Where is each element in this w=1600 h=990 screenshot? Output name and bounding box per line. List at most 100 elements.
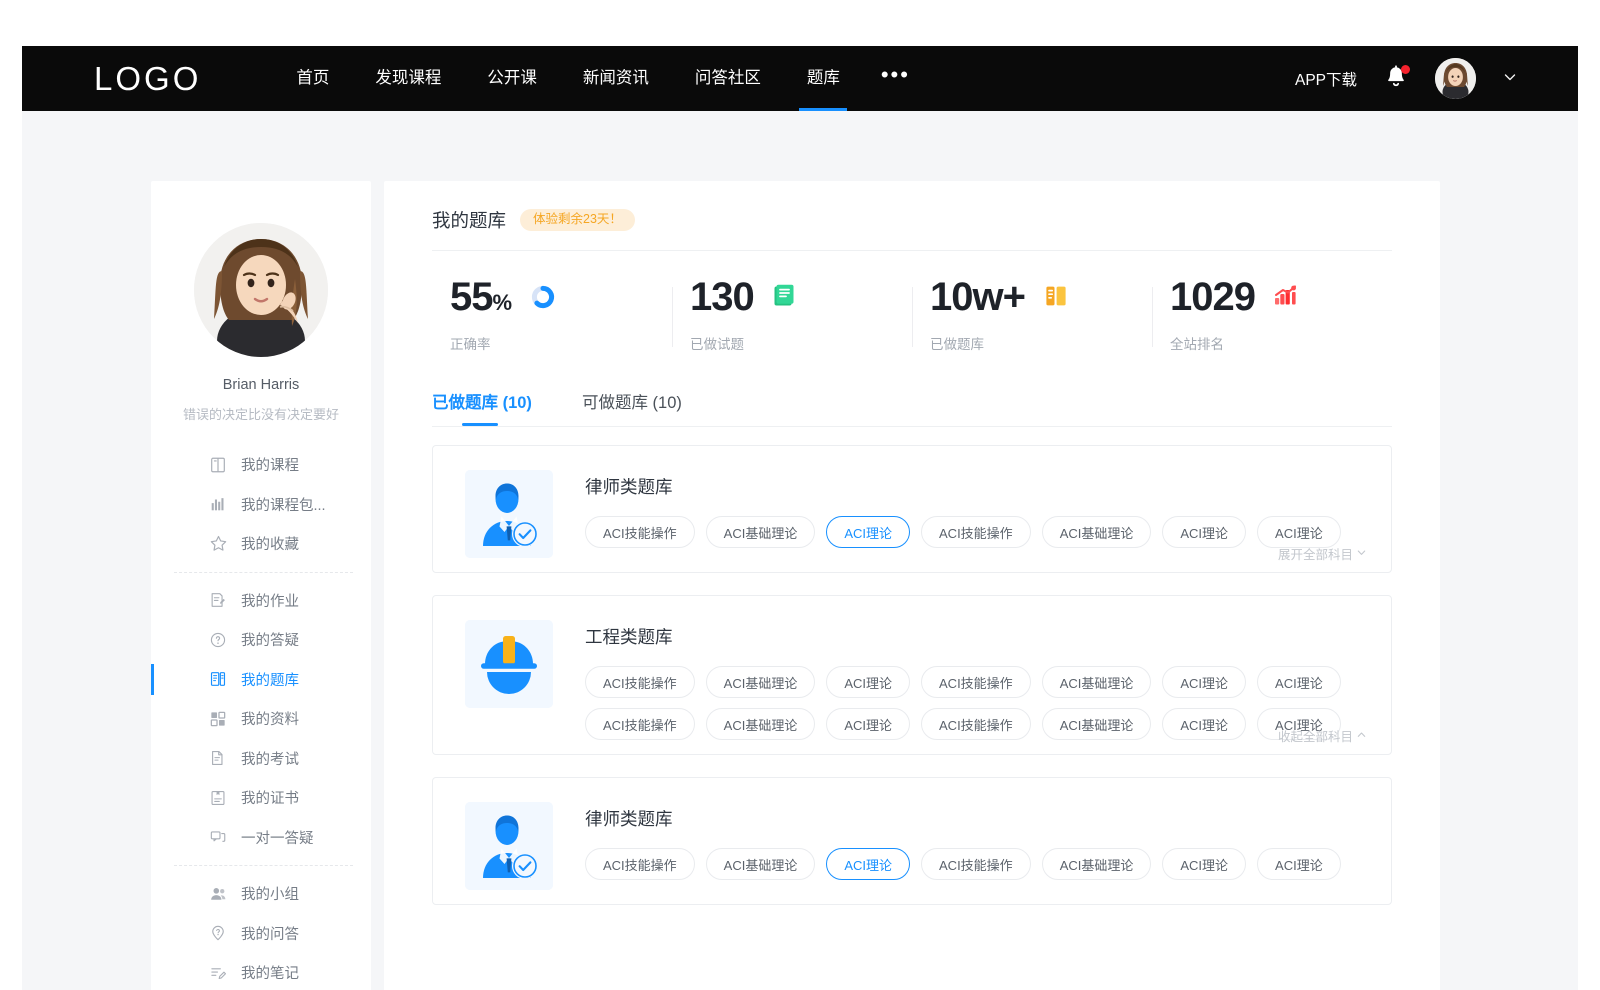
yellow-book-icon xyxy=(1044,284,1068,308)
subject-chip[interactable]: ACI基础理论 xyxy=(1042,666,1152,698)
sidebar-item-label: 我的证书 xyxy=(241,787,299,808)
chevron-down-icon[interactable] xyxy=(1502,69,1518,89)
green-note-icon xyxy=(773,284,795,308)
sidebar-item-label: 我的笔记 xyxy=(241,962,299,983)
sidebar-item-9[interactable]: 我的证书 xyxy=(151,778,371,818)
nav-item-2[interactable]: 公开课 xyxy=(464,46,560,111)
nav-more-icon[interactable]: ••• xyxy=(863,46,928,111)
subject-chip[interactable]: ACI理论 xyxy=(1162,708,1246,740)
tab-bar: 已做题库 (10) 可做题库 (10) xyxy=(432,389,1392,426)
stat-suffix: % xyxy=(493,290,512,315)
nav-item-1[interactable]: 发现课程 xyxy=(352,46,464,111)
nav-item-3[interactable]: 新闻资讯 xyxy=(560,46,672,111)
toggle-subjects-label: 展开全部科目 xyxy=(1278,544,1353,563)
question-bank-card: 工程类题库ACI技能操作ACI基础理论ACI理论ACI技能操作ACI基础理论AC… xyxy=(432,595,1392,755)
lawyer-avatar-icon xyxy=(465,802,553,890)
card-title: 律师类题库 xyxy=(585,474,1367,499)
subject-chip[interactable]: ACI技能操作 xyxy=(921,516,1031,548)
stats-row: 55%正确率130已做试题10w+已做题库1029全站排名 xyxy=(432,251,1392,353)
sidebar-item-14[interactable]: 我的笔记 xyxy=(151,953,371,990)
site-logo[interactable]: LOGO xyxy=(94,60,201,98)
subject-chip[interactable]: ACI技能操作 xyxy=(585,708,695,740)
subject-chip[interactable]: ACI基础理论 xyxy=(1042,708,1152,740)
subject-chip[interactable]: ACI基础理论 xyxy=(706,666,816,698)
red-rank-icon xyxy=(1274,284,1298,310)
nav-item-0[interactable]: 首页 xyxy=(273,46,352,111)
subject-chip[interactable]: ACI基础理论 xyxy=(1042,848,1152,880)
profile-name: Brian Harris xyxy=(151,377,371,393)
subject-chip[interactable]: ACI理论 xyxy=(1257,848,1341,880)
page-body: Brian Harris 错误的决定比没有决定要好 我的课程我的课程包...我的… xyxy=(22,111,1578,990)
tab-0[interactable]: 已做题库 (10) xyxy=(432,389,532,426)
lawyer-avatar-icon xyxy=(465,470,553,558)
page-root: LOGO 首页发现课程公开课新闻资讯问答社区题库••• APP下载 xyxy=(0,0,1600,990)
subject-chip[interactable]: ACI技能操作 xyxy=(921,666,1031,698)
subject-chip[interactable]: ACI技能操作 xyxy=(585,666,695,698)
toggle-subjects-button[interactable]: 收起全部科目 xyxy=(1278,726,1367,745)
sidebar-item-7[interactable]: 我的资料 xyxy=(151,699,371,739)
chevron-down-icon xyxy=(1356,547,1367,561)
sidebar-item-2[interactable]: 我的收藏 xyxy=(151,524,371,564)
subject-chip[interactable]: ACI基础理论 xyxy=(706,848,816,880)
profile-avatar[interactable] xyxy=(194,223,328,357)
sidebar-item-1[interactable]: 我的课程包... xyxy=(151,485,371,525)
stat-value: 130 xyxy=(690,277,754,317)
sidebar-item-13[interactable]: 我的问答 xyxy=(151,914,371,954)
subject-chip[interactable]: ACI技能操作 xyxy=(585,516,695,548)
tab-1[interactable]: 可做题库 (10) xyxy=(582,389,682,426)
page-title: 我的题库 xyxy=(432,207,506,233)
stat-value-row: 10w+ xyxy=(930,277,1152,317)
sidebar-item-label: 我的资料 xyxy=(241,708,299,729)
sidebar-item-12[interactable]: 我的小组 xyxy=(151,874,371,914)
app-download-link[interactable]: APP下载 xyxy=(1295,68,1357,90)
hardhat-icon xyxy=(465,620,553,708)
sidebar-menu: 我的课程我的课程包... 我的收藏我的作业我的答疑我的题库我的资料我的考试我的证书… xyxy=(151,445,371,990)
qa-pin-icon xyxy=(208,923,228,943)
question-bank-icon xyxy=(208,669,228,689)
sidebar-item-label: 一对一答疑 xyxy=(241,827,314,848)
sidebar-item-label: 我的题库 xyxy=(241,669,299,690)
subject-chip[interactable]: ACI理论 xyxy=(1162,516,1246,548)
stat-value-row: 55% xyxy=(450,277,672,317)
subject-chip[interactable]: ACI基础理论 xyxy=(1042,516,1152,548)
subject-chip[interactable]: ACI基础理论 xyxy=(706,516,816,548)
stat-card-1: 130已做试题 xyxy=(672,277,912,353)
subject-chip[interactable]: ACI技能操作 xyxy=(921,708,1031,740)
menu-divider xyxy=(174,572,353,573)
notification-bell-button[interactable] xyxy=(1383,64,1409,94)
subject-chip[interactable]: ACI技能操作 xyxy=(585,848,695,880)
trial-status-badge: 体验剩余23天！ xyxy=(520,209,635,231)
note-edit-icon xyxy=(208,963,228,983)
subject-chip[interactable]: ACI理论 xyxy=(826,848,910,880)
sidebar-item-8[interactable]: 我的考试 xyxy=(151,739,371,779)
subject-chip[interactable]: ACI理论 xyxy=(1162,666,1246,698)
sidebar-item-4[interactable]: 我的作业 xyxy=(151,581,371,621)
toggle-subjects-button[interactable]: 展开全部科目 xyxy=(1278,544,1367,563)
subject-chip[interactable]: ACI理论 xyxy=(1257,666,1341,698)
subject-chip[interactable]: ACI基础理论 xyxy=(706,708,816,740)
sidebar-item-10[interactable]: 一对一答疑 xyxy=(151,818,371,858)
card-body: 律师类题库ACI技能操作ACI基础理论ACI理论ACI技能操作ACI基础理论AC… xyxy=(585,802,1367,890)
profile-avatar-image xyxy=(194,223,328,357)
subject-chip[interactable]: ACI理论 xyxy=(826,516,910,548)
subject-chip[interactable]: ACI理论 xyxy=(826,708,910,740)
subject-chip[interactable]: ACI理论 xyxy=(826,666,910,698)
nav-item-5[interactable]: 题库 xyxy=(784,46,863,111)
subject-chip[interactable]: ACI技能操作 xyxy=(921,848,1031,880)
sidebar-item-5[interactable]: 我的答疑 xyxy=(151,620,371,660)
sidebar-item-label: 我的作业 xyxy=(241,590,299,611)
question-bank-list: 律师类题库 ACI技能操作 ACI基础理论 ACI理论 ACI技能操作 ACI基础理论 AC… xyxy=(432,445,1392,990)
menu-divider xyxy=(174,865,353,866)
sidebar-item-0[interactable]: 我的课程 xyxy=(151,445,371,485)
sidebar-item-6[interactable]: 我的题库 xyxy=(151,660,371,700)
sidebar-item-label: 我的小组 xyxy=(241,883,299,904)
stat-label: 已做题库 xyxy=(930,333,1152,353)
avatar[interactable] xyxy=(1435,58,1476,99)
sidebar-item-label: 我的收藏 xyxy=(241,533,299,554)
notification-badge-dot xyxy=(1401,65,1410,74)
nav-item-4[interactable]: 问答社区 xyxy=(672,46,784,111)
question-bank-card: 律师类题库 ACI技能操作 ACI基础理论 ACI理论 ACI技能操作 ACI基础理论 AC… xyxy=(432,445,1392,573)
certificate-icon xyxy=(208,788,228,808)
chevron-up-icon xyxy=(1356,729,1367,743)
subject-chip[interactable]: ACI理论 xyxy=(1162,848,1246,880)
